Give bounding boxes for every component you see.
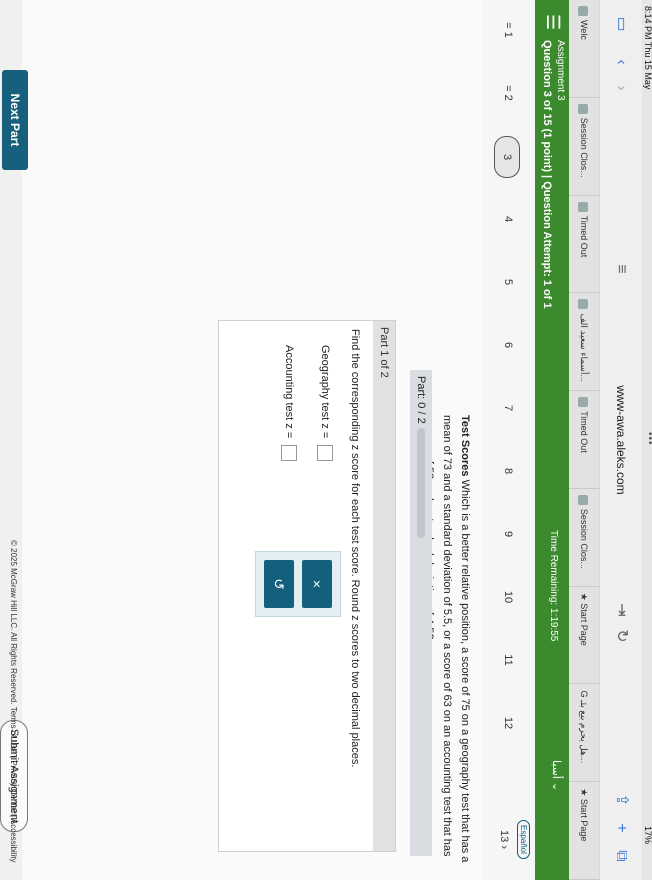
question-nav-item[interactable]: 11 [496, 640, 520, 680]
part-counter: Part: 0 / 2 [415, 376, 427, 424]
question-nav-label: 13 [498, 830, 510, 843]
accounting-row: Accounting test z = [281, 345, 297, 462]
question-nav-item[interactable]: 4 [496, 199, 520, 239]
forward-icon[interactable]: › [610, 80, 632, 96]
chevron-right-icon: › [498, 845, 510, 849]
tab-label: Session Clos... [579, 508, 589, 569]
geography-label: Geography test z = [319, 345, 332, 439]
more-dots-icon[interactable]: ••• [644, 432, 652, 446]
tab-favicon-icon [578, 6, 589, 16]
part-header: Part 1 of 2 [373, 321, 395, 851]
question-nav-item[interactable]: 6 [496, 325, 520, 365]
rotated-screen: 8:14 PM Thu 15 May ••• 17% ▭ ‹ › ≡ www-a… [0, 0, 652, 880]
next-part-button[interactable]: Next Part [2, 70, 28, 170]
tab-label: Timed Out [579, 411, 589, 453]
assignment-header: ☰ Assignment 3 Question 3 of 15 (1 point… [535, 0, 569, 880]
answer-tools: × ↺ [255, 551, 341, 617]
question-nav-item[interactable]: 9 [496, 514, 520, 554]
tab-favicon-icon [578, 103, 589, 114]
problem-title: Test Scores [459, 415, 471, 477]
chevron-down-icon: ⌄ [550, 782, 562, 792]
tab-label: Start Page [579, 603, 589, 646]
question-info: Question 3 of 15 (1 point) | Question At… [541, 40, 553, 309]
menu-icon[interactable]: ☰ [542, 14, 563, 30]
tab-label: Welc [579, 20, 589, 40]
tab-label: Start Page [579, 798, 589, 842]
part-progress-track [417, 428, 425, 538]
tab-favicon-icon [578, 494, 589, 505]
assignment-title: Assignment 3 [555, 40, 566, 101]
bottom-bar: Next Part Submit Assignment © 2025 McGra… [0, 0, 28, 880]
part-progress-bar: Part: 0 / 2 [410, 370, 432, 856]
reload-icon[interactable]: ↻ [610, 626, 632, 646]
back-icon[interactable]: ‹ [610, 54, 632, 70]
address-bar[interactable]: www-awa.aleks.com [611, 300, 631, 580]
undo-button[interactable]: ↺ [264, 560, 294, 608]
geography-z-input[interactable] [317, 445, 333, 462]
tabs-icon[interactable]: ⧉ [610, 846, 632, 866]
browser-toolbar: ▭ ‹ › ≡ www-awa.aleks.com ⇥ ↻ ⇪ + ⧉ [599, 0, 642, 880]
question-navigator: = 1 = 2 3 4 5 6 7 8 9 10 11 12 Español 1… [481, 0, 534, 880]
question-nav-item[interactable]: = 2 [496, 73, 520, 113]
accounting-z-input[interactable] [281, 445, 297, 462]
status-time: 8:14 PM Thu 15 May [643, 6, 652, 90]
question-nav-item[interactable]: 7 [496, 388, 520, 428]
tab-item[interactable]: Welc [569, 0, 599, 98]
question-nav-current[interactable]: 3 [494, 136, 520, 178]
clear-button[interactable]: × [302, 560, 332, 608]
question-nav-item[interactable]: 5 [496, 262, 520, 302]
tab-label: هل يحرم بيع بئـ... [579, 699, 589, 764]
undo-icon: ↺ [271, 578, 287, 590]
espanol-button[interactable]: Español [517, 820, 530, 859]
status-bar: 8:14 PM Thu 15 May ••• 17% [642, 0, 652, 880]
question-nav-item[interactable]: 10 [496, 577, 520, 617]
tab-item[interactable]: ★ Start Page [569, 586, 599, 685]
question-nav-item[interactable]: 8 [496, 451, 520, 491]
new-tab-icon[interactable]: + [610, 818, 632, 838]
question-nav-item[interactable]: 13 › [498, 830, 510, 849]
tab-overview-icon[interactable]: ≡ [610, 260, 632, 278]
close-icon: × [309, 579, 325, 589]
question-nav-item[interactable]: 12 [496, 703, 520, 743]
tab-favicon-icon [578, 299, 589, 310]
tab-item[interactable]: ★ Start Page [569, 782, 599, 880]
part-box: Part 1 of 2 Find the corresponding z sco… [218, 320, 396, 852]
time-remaining: Time Remaining: 1:19:55 [548, 530, 559, 642]
tab-item[interactable]: G هل يحرم بيع بئـ... [569, 684, 599, 783]
accounting-label: Accounting test z = [283, 345, 296, 439]
instruction-text: Find the corresponding z score for each … [349, 329, 361, 768]
tab-label: أسماء سعيد الف... [579, 313, 589, 382]
tab-strip: Welc Session Clos... Timed Out أسماء سعي… [568, 0, 599, 880]
battery-status: 17% [643, 825, 652, 844]
share-icon[interactable]: ⇪ [610, 790, 632, 810]
google-icon: G [579, 690, 589, 700]
footer-links: © 2025 McGraw Hill LLC. All Rights Reser… [9, 540, 18, 863]
tab-favicon-icon [578, 201, 589, 212]
tab-favicon-icon [578, 397, 589, 408]
question-nav-item[interactable]: = 1 [496, 10, 520, 50]
sidebar-icon[interactable]: ▭ [610, 14, 632, 34]
question-content: Test Scores Which is a better relative p… [0, 0, 482, 880]
tab-item[interactable]: Session Clos... [569, 488, 599, 587]
language-button[interactable]: أسبا ⌄ [550, 760, 563, 791]
language-label: أسبا [550, 760, 562, 779]
tab-label: Session Clos... [579, 117, 589, 178]
star-icon: ★ [579, 592, 589, 604]
tab-item[interactable]: Session Clos... [569, 97, 599, 196]
tab-label: Timed Out [579, 215, 589, 258]
tab-item[interactable]: Timed Out [569, 195, 599, 294]
star-icon: ★ [579, 788, 589, 799]
geography-row: Geography test z = [317, 345, 333, 462]
tab-item[interactable]: Timed Out [569, 391, 599, 489]
reader-icon[interactable]: ⇥ [610, 600, 632, 620]
tab-item[interactable]: أسماء سعيد الف... [569, 293, 599, 392]
